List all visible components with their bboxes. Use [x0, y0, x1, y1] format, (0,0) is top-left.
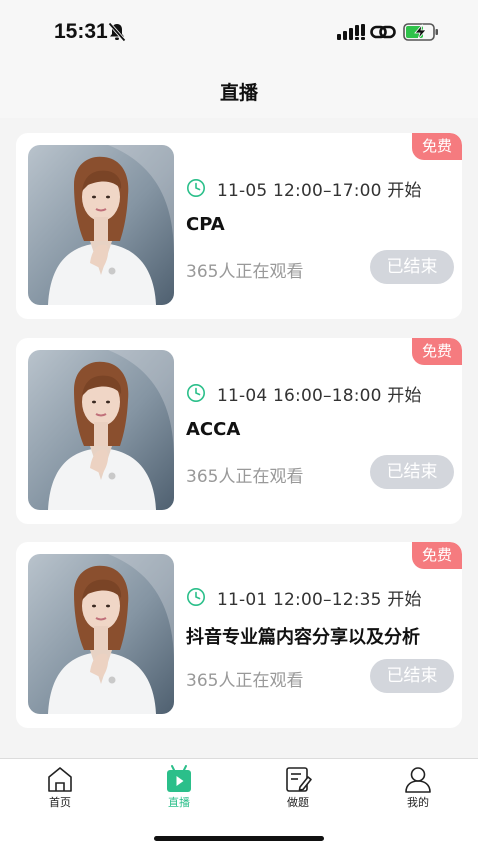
page-title: 直播 — [219, 82, 258, 104]
free-badge: 免费 — [412, 133, 462, 160]
tab-live-label: 直播 — [168, 796, 190, 809]
schedule-row: 11-01 12:00–12:35 开始 — [186, 586, 422, 610]
schedule-time: 11-05 12:00–17:00 开始 — [217, 180, 422, 201]
schedule-time: 11-04 16:00–18:00 开始 — [217, 385, 422, 406]
schedule-time: 11-01 12:00–12:35 开始 — [217, 589, 422, 610]
cellular-signal-icon — [337, 24, 365, 40]
course-title: CPA — [186, 214, 225, 235]
ended-status-button[interactable]: 已结束 — [370, 659, 454, 693]
schedule-row: 11-04 16:00–18:00 开始 — [186, 382, 422, 406]
tab-live[interactable]: 直播 — [144, 765, 214, 815]
nav-bar: 直播 — [0, 62, 478, 118]
home-indicator — [154, 836, 324, 841]
instructor-thumbnail — [28, 145, 174, 305]
free-badge: 免费 — [412, 338, 462, 365]
bell-muted-icon — [108, 22, 126, 42]
tab-exercise[interactable]: 做题 — [263, 765, 333, 815]
tab-home[interactable]: 首页 — [25, 765, 95, 815]
user-icon — [405, 767, 431, 793]
exercise-edit-icon — [286, 767, 312, 792]
viewer-count: 365人正在观看 — [186, 262, 304, 282]
viewer-count: 365人正在观看 — [186, 467, 304, 487]
tab-home-label: 首页 — [49, 796, 71, 809]
free-badge: 免费 — [412, 542, 462, 569]
home-icon — [48, 767, 72, 792]
link-icon — [370, 25, 396, 39]
course-title: ACCA — [186, 419, 241, 440]
instructor-thumbnail — [28, 350, 174, 510]
battery-charging-icon — [403, 23, 438, 41]
ended-status-button[interactable]: 已结束 — [370, 250, 454, 284]
course-title: 抖音专业篇内容分享以及分析 — [186, 627, 420, 648]
tab-mine-label: 我的 — [407, 796, 429, 809]
live-course-card[interactable]: 免费 11-05 12:00–17:00 开始 CPA 365人正在观看 已结束 — [16, 133, 462, 319]
clock-icon — [187, 384, 205, 402]
clock-icon — [187, 588, 205, 606]
viewer-count: 365人正在观看 — [186, 671, 304, 691]
live-tv-icon — [167, 765, 191, 792]
status-time: 15:31 — [54, 20, 108, 43]
instructor-thumbnail — [28, 554, 174, 714]
status-bar: 15:31 — [0, 0, 478, 62]
clock-icon — [187, 179, 205, 197]
ended-status-button[interactable]: 已结束 — [370, 455, 454, 489]
live-course-card[interactable]: 免费 11-04 16:00–18:00 开始 ACCA 365人正在观看 已结… — [16, 338, 462, 524]
tab-mine[interactable]: 我的 — [383, 765, 453, 815]
schedule-row: 11-05 12:00–17:00 开始 — [186, 177, 422, 201]
tab-exercise-label: 做题 — [287, 796, 309, 809]
live-course-card[interactable]: 免费 11-01 12:00–12:35 开始 抖音专业篇内容分享以及分析 36… — [16, 542, 462, 728]
